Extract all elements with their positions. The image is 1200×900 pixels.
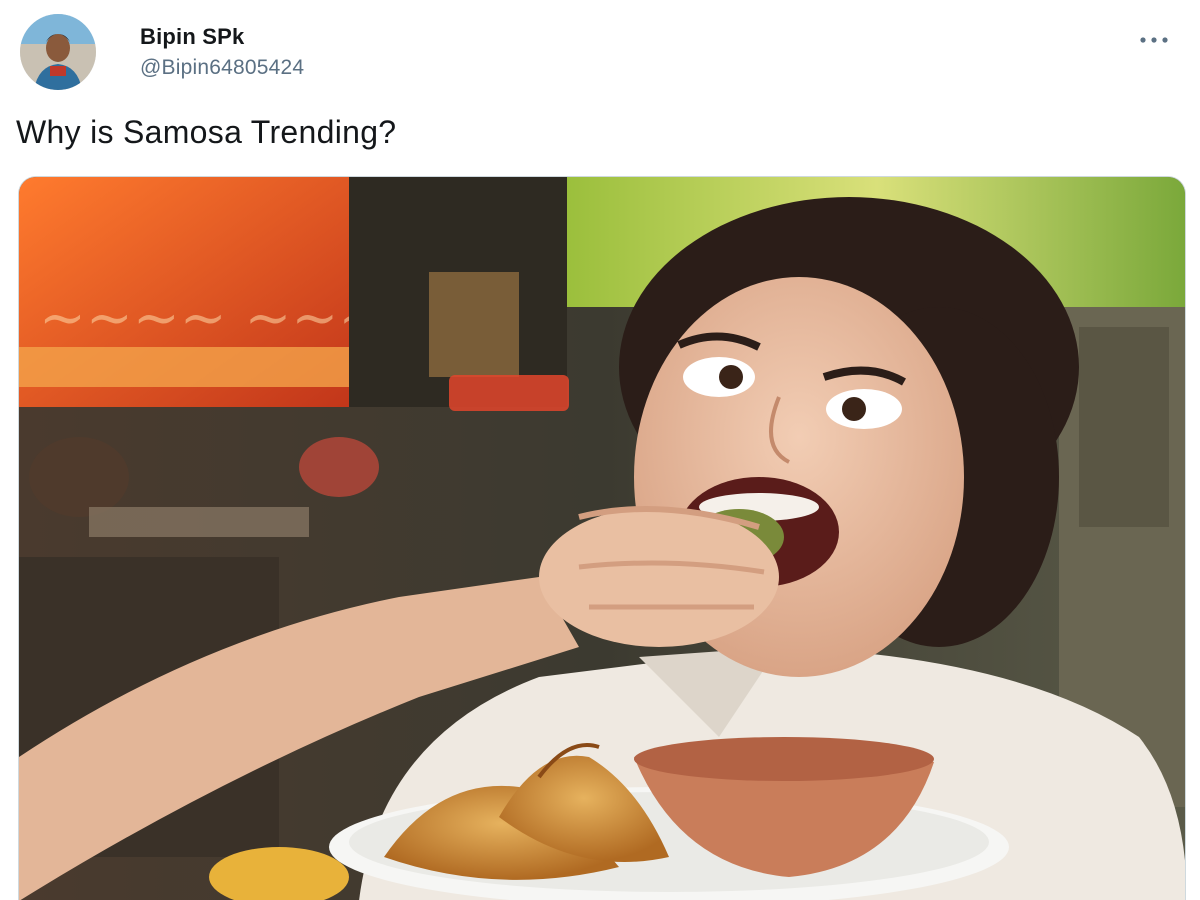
author-handle[interactable]: @Bipin64805424: [140, 56, 304, 80]
tweet-photo[interactable]: ~~~~ ~~~: [18, 176, 1186, 900]
more-horizontal-icon: [1140, 37, 1168, 43]
photo-illustration: ~~~~ ~~~: [19, 177, 1185, 900]
more-options-button[interactable]: [1134, 24, 1174, 56]
svg-text:~~~~ ~~~: ~~~~ ~~~: [39, 286, 385, 351]
author-display-name[interactable]: Bipin SPk: [140, 24, 245, 50]
tweet-card: Bipin SPk @Bipin64805424 Why is Samosa T…: [0, 0, 1200, 900]
tweet-text: Why is Samosa Trending?: [16, 114, 397, 150]
avatar[interactable]: [20, 14, 96, 90]
